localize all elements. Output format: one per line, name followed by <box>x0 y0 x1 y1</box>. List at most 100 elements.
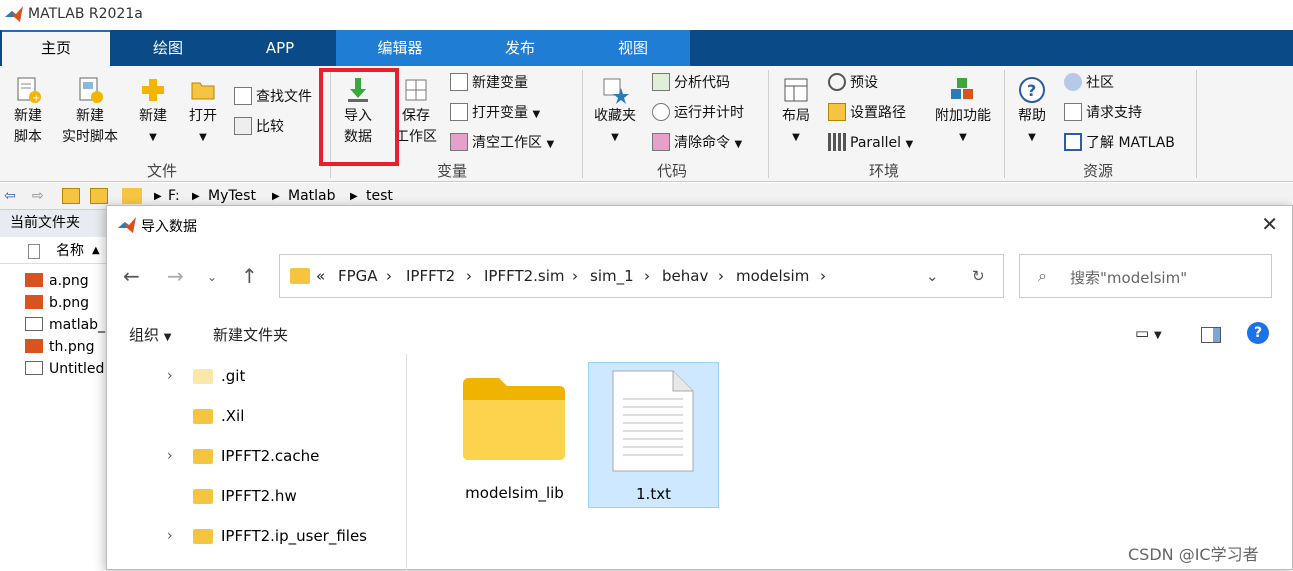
eraser-icon <box>652 133 670 151</box>
name-column-header[interactable]: 名称 ▲ <box>0 238 108 264</box>
tab-home[interactable]: 主页 <box>2 30 110 66</box>
addons-button[interactable]: 附加功能 ▼ <box>930 76 996 148</box>
up-arrow-icon[interactable]: ↑ <box>241 264 258 288</box>
forward-arrow-icon[interactable]: ⇨ <box>32 188 44 204</box>
clear-commands-button[interactable]: 清除命令 ▼ <box>652 130 742 156</box>
compare-label: 比较 <box>256 119 284 135</box>
address-chevron-icon[interactable]: › <box>572 267 578 285</box>
parallel-button[interactable]: Parallel ▼ <box>828 130 913 156</box>
mat-file-icon <box>25 317 43 331</box>
file-item[interactable]: th.png <box>25 336 94 358</box>
file-name: Untitled <box>49 361 105 377</box>
file-item[interactable]: a.png <box>25 270 89 292</box>
back-arrow-icon[interactable]: ← <box>123 264 140 288</box>
forward-arrow-icon[interactable]: → <box>167 264 184 288</box>
tab-editor[interactable]: 编辑器 <box>336 30 464 66</box>
help-button[interactable]: ? 帮助 ▼ <box>1012 76 1052 148</box>
new-button[interactable]: 新建 ▼ <box>133 76 173 148</box>
address-segment[interactable]: sim_1 <box>590 267 634 285</box>
resources-group-label: 资源 <box>1082 162 1113 180</box>
new-script-button[interactable]: + 新建 脚本 <box>6 76 50 148</box>
tree-item-label: IPFFT2.ip_user_files <box>221 527 368 545</box>
tab-plots[interactable]: 绘图 <box>112 30 224 66</box>
new-script-icon: + <box>17 77 41 104</box>
clear-workspace-button[interactable]: 清空工作区 ▼ <box>450 130 554 156</box>
run-and-time-button[interactable]: 运行并计时 <box>652 100 744 126</box>
address-dropdown-icon[interactable]: ⌄ <box>926 267 939 285</box>
preview-pane-icon[interactable] <box>1201 327 1221 343</box>
current-folder-title: 当前文件夹 <box>0 210 108 237</box>
preferences-button[interactable]: 预设 <box>828 70 878 96</box>
analyze-code-button[interactable]: 分析代码 <box>652 70 730 96</box>
chevron-down-icon[interactable]: ⌄ <box>207 270 217 284</box>
new-folder-button[interactable]: 新建文件夹 <box>213 324 288 345</box>
tab-apps[interactable]: APP <box>224 30 336 66</box>
learn-matlab-button[interactable]: 了解 MATLAB <box>1064 130 1175 156</box>
file-item[interactable]: matlab_ <box>25 314 105 336</box>
path-separator-icon: ▶ <box>350 191 358 202</box>
analyze-code-label: 分析代码 <box>674 75 730 91</box>
chevron-right-icon: › <box>167 528 173 544</box>
save-workspace-icon <box>405 79 427 101</box>
organize-button[interactable]: 组织 ▼ <box>129 324 172 345</box>
file-group-label: 文件 <box>146 162 177 180</box>
compare-button[interactable]: 比较 <box>234 114 284 140</box>
file-item[interactable]: Untitled <box>25 358 104 380</box>
address-overflow[interactable]: « <box>316 267 325 285</box>
address-chevron-icon[interactable]: › <box>644 267 650 285</box>
set-path-button[interactable]: 设置路径 <box>828 100 906 126</box>
address-segment[interactable]: behav <box>662 267 708 285</box>
new-live-script-button[interactable]: 新建 实时脚本 <box>58 76 122 148</box>
address-chevron-icon[interactable]: › <box>386 267 392 285</box>
path-folder-icon <box>122 188 142 204</box>
back-arrow-icon[interactable]: ⇦ <box>4 188 16 204</box>
request-support-button[interactable]: 请求支持 <box>1064 100 1142 126</box>
open-button[interactable]: 打开 ▼ <box>183 76 223 148</box>
close-icon[interactable]: ✕ <box>1261 212 1278 236</box>
address-chevron-icon[interactable]: › <box>718 267 724 285</box>
new-variable-button[interactable]: 新建变量 <box>450 70 528 96</box>
address-segment[interactable]: IPFFT2.sim <box>484 267 565 285</box>
favorites-button[interactable]: 收藏夹 ▼ <box>590 76 640 148</box>
address-segment[interactable]: modelsim <box>736 267 809 285</box>
address-chevron-icon[interactable]: › <box>820 267 826 285</box>
ribbon-toolbar: + 新建 脚本 新建 实时脚本 新建 ▼ 打开 ▼ 查找文件 比较 文件 导入 … <box>0 66 1293 182</box>
path-segment[interactable]: test <box>366 188 393 204</box>
search-box[interactable]: ⌕ 搜索"modelsim" <box>1019 254 1272 298</box>
community-button[interactable]: 社区 <box>1064 70 1114 96</box>
folder-open-icon <box>191 82 215 100</box>
tab-view[interactable]: 视图 <box>576 30 690 66</box>
layout-button[interactable]: 布局 ▼ <box>776 76 816 148</box>
address-chevron-icon[interactable]: › <box>466 267 472 285</box>
watermark: CSDN @IC学习者 <box>1128 545 1259 564</box>
path-segment[interactable]: MyTest <box>208 188 256 204</box>
browse-folder-icon[interactable] <box>90 188 108 204</box>
png-file-icon <box>25 273 43 287</box>
set-path-folder-icon <box>828 103 846 121</box>
open-variable-button[interactable]: 打开变量 ▼ <box>450 100 540 126</box>
search-icon: ⌕ <box>1038 266 1047 285</box>
refresh-icon[interactable]: ↻ <box>972 267 985 285</box>
addons-label: 附加功能 <box>935 108 991 124</box>
eraser-icon <box>450 133 468 151</box>
file-item-txt[interactable]: 1.txt <box>588 362 719 508</box>
path-separator-icon: ▶ <box>192 191 200 202</box>
environment-group-label: 环境 <box>868 162 899 180</box>
path-segment[interactable]: F: <box>168 188 180 204</box>
address-bar[interactable]: « FPGA › IPFFT2 › IPFFT2.sim › sim_1 › b… <box>279 254 1004 298</box>
help-icon[interactable]: ? <box>1247 322 1269 344</box>
address-segment[interactable]: FPGA <box>338 267 378 285</box>
file-header-icon <box>28 244 40 259</box>
file-item[interactable]: b.png <box>25 292 89 314</box>
find-files-button[interactable]: 查找文件 <box>234 84 312 110</box>
view-options-icon[interactable]: ▭ ▼ <box>1135 324 1162 342</box>
path-segment[interactable]: Matlab <box>288 188 336 204</box>
new-variable-label: 新建变量 <box>472 75 528 91</box>
save-workspace-button[interactable]: 保存 工作区 <box>392 76 440 148</box>
find-files-label: 查找文件 <box>256 89 312 105</box>
address-segment[interactable]: IPFFT2 <box>406 267 455 285</box>
up-folder-icon[interactable] <box>62 188 80 204</box>
file-item-folder[interactable]: modelsim_lib <box>449 362 580 508</box>
help-label: 帮助 <box>1018 108 1046 124</box>
tab-publish[interactable]: 发布 <box>464 30 576 66</box>
